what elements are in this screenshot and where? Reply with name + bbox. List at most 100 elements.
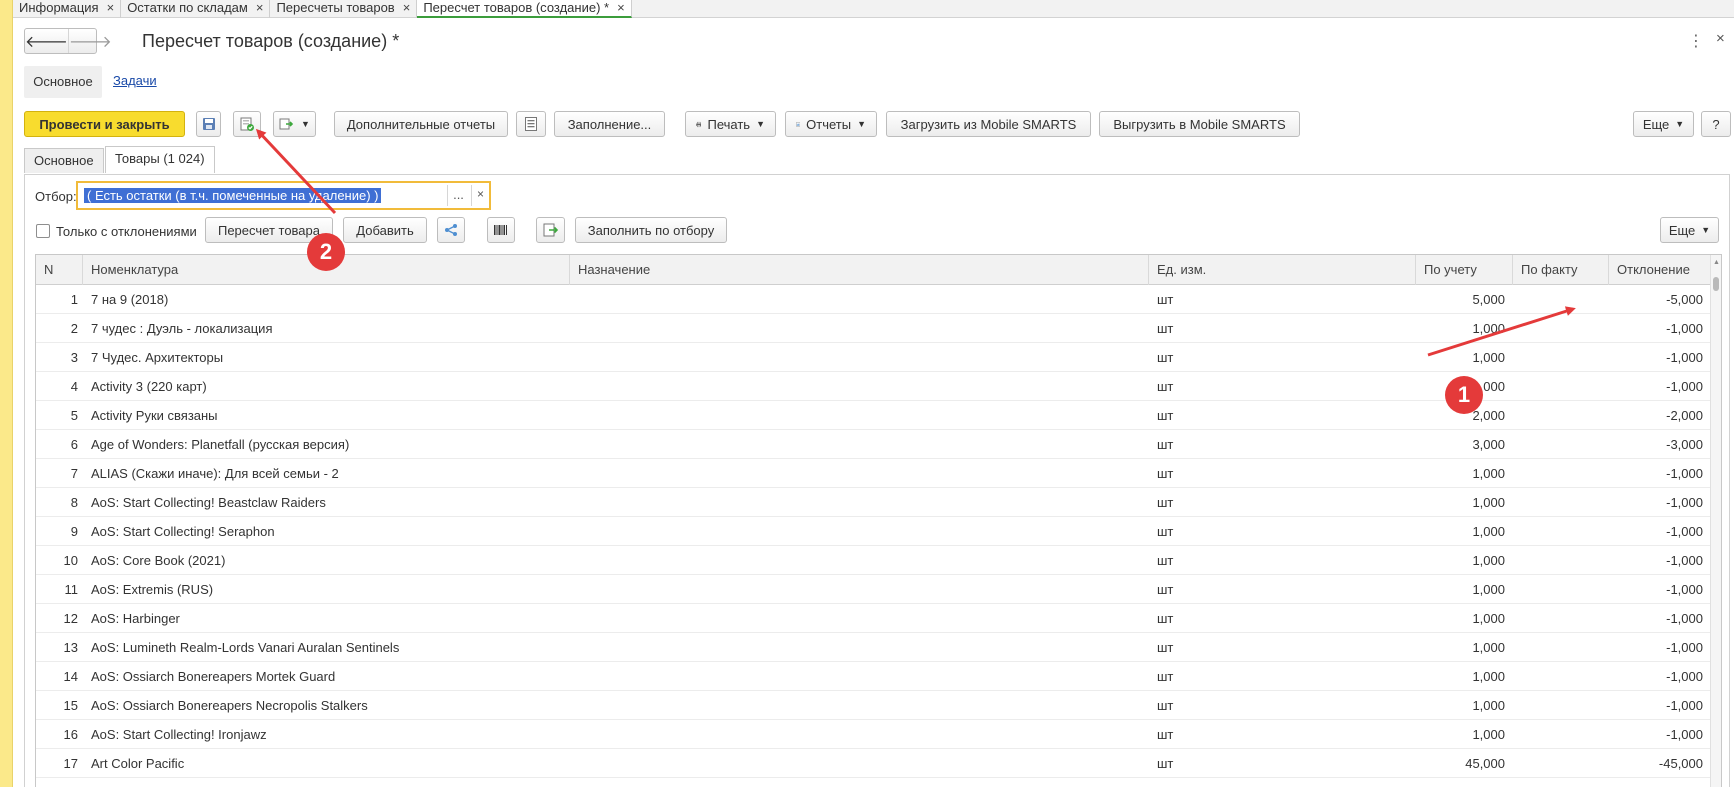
table-row[interactable]: 16 AoS: Start Collecting! Ironjawz шт 1,000… xyxy=(36,720,1711,749)
close-icon[interactable]: × xyxy=(403,0,411,16)
filter-field[interactable]: ( Есть остатки (в т.ч. помеченные на уда… xyxy=(76,181,491,210)
cell-n: 16 xyxy=(63,727,78,742)
cell-actual xyxy=(1513,430,1601,459)
cell-unit: шт xyxy=(1157,466,1174,481)
barcode-button[interactable] xyxy=(487,217,515,243)
post-button[interactable] xyxy=(233,111,261,137)
cell-actual xyxy=(1513,633,1601,662)
cell-deviation: -1,000 xyxy=(1666,495,1703,510)
cell-actual xyxy=(1513,459,1601,488)
cell-accounted: 45,000 xyxy=(1465,756,1505,771)
table-row[interactable]: 17 Art Color Pacific шт 45,000 -45,000 xyxy=(36,749,1711,778)
goods-more-button[interactable]: Еще ▼ xyxy=(1660,217,1719,243)
window-tab-stock[interactable]: Остатки по складам × xyxy=(121,0,271,18)
annotation-badge-2: 2 xyxy=(307,233,345,271)
close-icon[interactable]: × xyxy=(256,0,264,16)
table-row[interactable]: 8 AoS: Start Collecting! Beastclaw Raider… xyxy=(36,488,1711,517)
cell-n: 8 xyxy=(70,495,78,510)
cell-actual xyxy=(1513,517,1601,546)
column-header-purpose[interactable]: Назначение xyxy=(570,255,1149,285)
table-row[interactable]: 11 AoS: Extremis (RUS) шт 1,000 -1,000 xyxy=(36,575,1711,604)
cell-actual xyxy=(1513,488,1601,517)
table-row[interactable]: 13 AoS: Lumineth Realm-Lords Vanari Aural… xyxy=(36,633,1711,662)
more-button[interactable]: Еще ▼ xyxy=(1633,111,1694,137)
cell-accounted: 5,000 xyxy=(1472,292,1505,307)
table-row[interactable]: 6 Age of Wonders: Planetfall (русская вер… xyxy=(36,430,1711,459)
cell-n: 2 xyxy=(70,321,78,336)
table-row[interactable]: 10 AoS: Core Book (2021) шт 1,000 -1,000 xyxy=(36,546,1711,575)
app-window: Информация × Остатки по складам × Пересч… xyxy=(0,0,1734,787)
scrollbar-thumb[interactable] xyxy=(1713,277,1719,291)
add-button[interactable]: Добавить xyxy=(343,217,427,243)
forward-button[interactable]: 🡒 xyxy=(67,29,112,53)
extra-reports-button[interactable]: Дополнительные отчеты xyxy=(334,111,508,137)
cell-n: 6 xyxy=(70,437,78,452)
back-button[interactable]: 🡐 xyxy=(25,29,68,53)
close-icon[interactable]: × xyxy=(107,0,115,16)
close-form-icon[interactable]: × xyxy=(1716,30,1725,47)
cell-actual xyxy=(1513,691,1601,720)
cell-nomenclature: Art Color Pacific xyxy=(91,756,185,771)
window-tab-label: Пересчеты товаров xyxy=(276,0,395,15)
column-header-accounted[interactable]: По учету xyxy=(1416,255,1513,285)
table-row[interactable]: 9 AoS: Start Collecting! Seraphon шт 1,000 -… xyxy=(36,517,1711,546)
cell-n: 11 xyxy=(64,582,79,597)
filter-value: ( Есть остатки (в т.ч. помеченные на уда… xyxy=(84,188,382,203)
window-tab-recounts[interactable]: Пересчеты товаров × xyxy=(270,0,418,18)
table-row[interactable]: 12 AoS: Harbinger шт 1,000 -1,000 xyxy=(36,604,1711,633)
filter-select-button[interactable]: ... xyxy=(447,185,469,206)
section-main[interactable]: Основное xyxy=(24,66,102,98)
scroll-up-icon[interactable]: ▲ xyxy=(1713,259,1720,266)
cell-deviation: -1,000 xyxy=(1666,611,1703,626)
cell-nomenclature: 7 на 9 (2018) xyxy=(91,292,169,307)
help-button[interactable]: ? xyxy=(1701,111,1731,137)
vertical-scrollbar[interactable]: ▲ xyxy=(1710,255,1721,787)
table-row[interactable]: 14 AoS: Ossiarch Bonereapers Mortek Guard… xyxy=(36,662,1711,691)
import-button[interactable] xyxy=(536,217,565,243)
save-button[interactable] xyxy=(196,111,221,137)
cell-n: 14 xyxy=(63,669,78,684)
close-icon[interactable]: × xyxy=(617,0,625,16)
cell-deviation: -1,000 xyxy=(1666,582,1703,597)
share-button[interactable] xyxy=(437,217,465,243)
only-deviations-checkbox[interactable] xyxy=(36,224,50,238)
cell-unit: шт xyxy=(1157,495,1174,510)
cell-unit: шт xyxy=(1157,553,1174,568)
list-view-button[interactable] xyxy=(516,111,546,137)
reports-button[interactable]: Отчеты ▼ xyxy=(785,111,877,137)
print-button[interactable]: Печать ▼ xyxy=(685,111,776,137)
cell-n: 12 xyxy=(63,611,78,626)
cell-unit: шт xyxy=(1157,408,1174,423)
table-row[interactable]: 3 7 Чудес. Архитекторы шт 1,000 -1,000 xyxy=(36,343,1711,372)
section-tasks-link[interactable]: Задачи xyxy=(113,73,157,88)
cell-accounted: 1,000 xyxy=(1472,321,1505,336)
load-mobile-smarts-button[interactable]: Загрузить из Mobile SMARTS xyxy=(886,111,1091,137)
table-row[interactable]: 15 AoS: Ossiarch Bonereapers Necropolis S… xyxy=(36,691,1711,720)
side-panel-strip[interactable] xyxy=(0,0,13,787)
unload-mobile-smarts-button[interactable]: Выгрузить в Mobile SMARTS xyxy=(1099,111,1300,137)
annotation-badge-1: 1 xyxy=(1445,376,1483,414)
window-tab-info[interactable]: Информация × xyxy=(13,0,122,18)
fill-button[interactable]: Заполнение... xyxy=(554,111,665,137)
page-title: Пересчет товаров (создание) * xyxy=(142,31,400,51)
table-row[interactable]: 2 7 чудес : Дуэль - локализация шт 1,000 -1,… xyxy=(36,314,1711,343)
tab-goods[interactable]: Товары (1 024) xyxy=(105,146,215,173)
tab-main[interactable]: Основное xyxy=(24,148,104,173)
table-row[interactable]: 7 ALIAS (Скажи иначе): Для всей семьи - 2… xyxy=(36,459,1711,488)
chevron-down-icon: ▼ xyxy=(1675,119,1685,129)
filter-clear-button[interactable]: × xyxy=(471,185,489,206)
cell-accounted: 1,000 xyxy=(1472,350,1505,365)
table-header: N Номенклатура Назначение Ед. изм. По уч… xyxy=(36,255,1711,285)
column-header-unit[interactable]: Ед. изм. xyxy=(1149,255,1416,285)
chevron-down-icon: ▼ xyxy=(857,119,866,129)
post-and-close-button[interactable]: Провести и закрыть xyxy=(24,111,185,137)
fill-by-filter-button[interactable]: Заполнить по отбору xyxy=(575,217,727,243)
table-row[interactable]: 1 7 на 9 (2018) шт 5,000 -5,000 xyxy=(36,285,1711,314)
cell-nomenclature: AoS: Start Collecting! Beastclaw Raiders xyxy=(91,495,326,510)
window-tab-recount-create[interactable]: Пересчет товаров (создание) * × xyxy=(417,0,632,18)
column-header-n[interactable]: N xyxy=(36,255,83,285)
column-header-actual[interactable]: По факту xyxy=(1513,255,1609,285)
create-based-on-button[interactable]: ▼ xyxy=(273,111,316,137)
column-header-deviation[interactable]: Отклонение xyxy=(1609,255,1711,285)
more-menu-icon[interactable]: ⋮ xyxy=(1688,31,1704,51)
